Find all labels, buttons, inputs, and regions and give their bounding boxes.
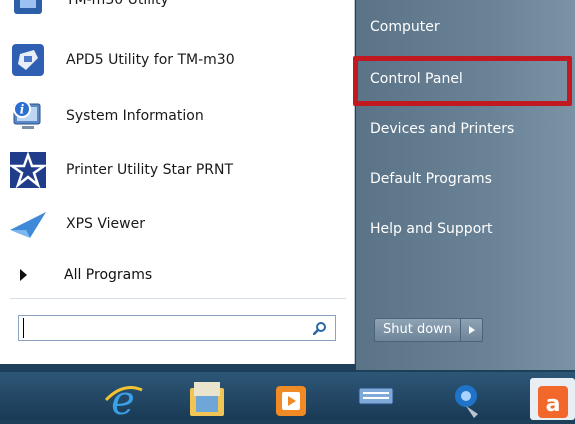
apd5-utility-icon [8, 40, 48, 80]
control-panel-highlight [353, 56, 572, 106]
keyboard-app-icon[interactable] [355, 378, 397, 420]
all-programs-button[interactable]: All Programs [8, 262, 348, 288]
right-menu-item-default-programs[interactable]: Default Programs [370, 164, 492, 194]
star-prnt-icon [8, 150, 48, 190]
shutdown-button[interactable]: Shut down [374, 318, 462, 342]
program-item-tm-utility[interactable]: TM-m30 Utility [6, 0, 346, 22]
start-menu: TM-m30 Utility APD5 Utility for TM-m30 i… [0, 0, 575, 370]
start-menu-left-pane: TM-m30 Utility APD5 Utility for TM-m30 i… [0, 0, 355, 364]
right-menu-item-help-and-support[interactable]: Help and Support [370, 214, 493, 244]
divider [10, 298, 346, 299]
internet-explorer-icon[interactable]: e [102, 378, 144, 424]
app-icon[interactable]: a [530, 378, 575, 420]
shutdown-group: Shut down [374, 318, 484, 342]
program-label: APD5 Utility for TM-m30 [66, 52, 235, 68]
taskbar: e a [0, 372, 575, 424]
file-explorer-icon[interactable] [186, 378, 228, 420]
program-label: TM-m30 Utility [66, 0, 169, 8]
program-label: XPS Viewer [66, 216, 145, 232]
program-item-star-prnt[interactable]: Printer Utility Star PRNT [6, 148, 346, 192]
svg-text:a: a [546, 392, 561, 417]
right-menu-item-computer[interactable]: Computer [370, 12, 440, 42]
all-programs-label: All Programs [64, 267, 153, 283]
svg-text:i: i [20, 103, 25, 117]
program-label: Printer Utility Star PRNT [66, 162, 234, 178]
program-item-apd5-utility[interactable]: APD5 Utility for TM-m30 [6, 38, 346, 82]
shutdown-options-button[interactable] [461, 318, 484, 342]
search-icon[interactable] [309, 317, 331, 339]
tm-utility-icon [8, 0, 48, 20]
media-player-icon[interactable] [270, 378, 312, 420]
chevron-right-icon [468, 326, 475, 334]
program-item-system-information[interactable]: i System Information [6, 94, 346, 138]
search-app-icon[interactable] [446, 378, 488, 420]
arrow-right-icon [20, 269, 27, 281]
search-input[interactable] [23, 318, 309, 338]
system-information-icon: i [8, 96, 48, 136]
program-item-xps-viewer[interactable]: XPS Viewer [6, 202, 346, 246]
search-box[interactable] [18, 315, 336, 341]
svg-text:e: e [111, 378, 135, 420]
xps-viewer-icon [8, 204, 48, 244]
right-menu-item-devices-and-printers[interactable]: Devices and Printers [370, 114, 514, 144]
program-label: System Information [66, 108, 204, 124]
